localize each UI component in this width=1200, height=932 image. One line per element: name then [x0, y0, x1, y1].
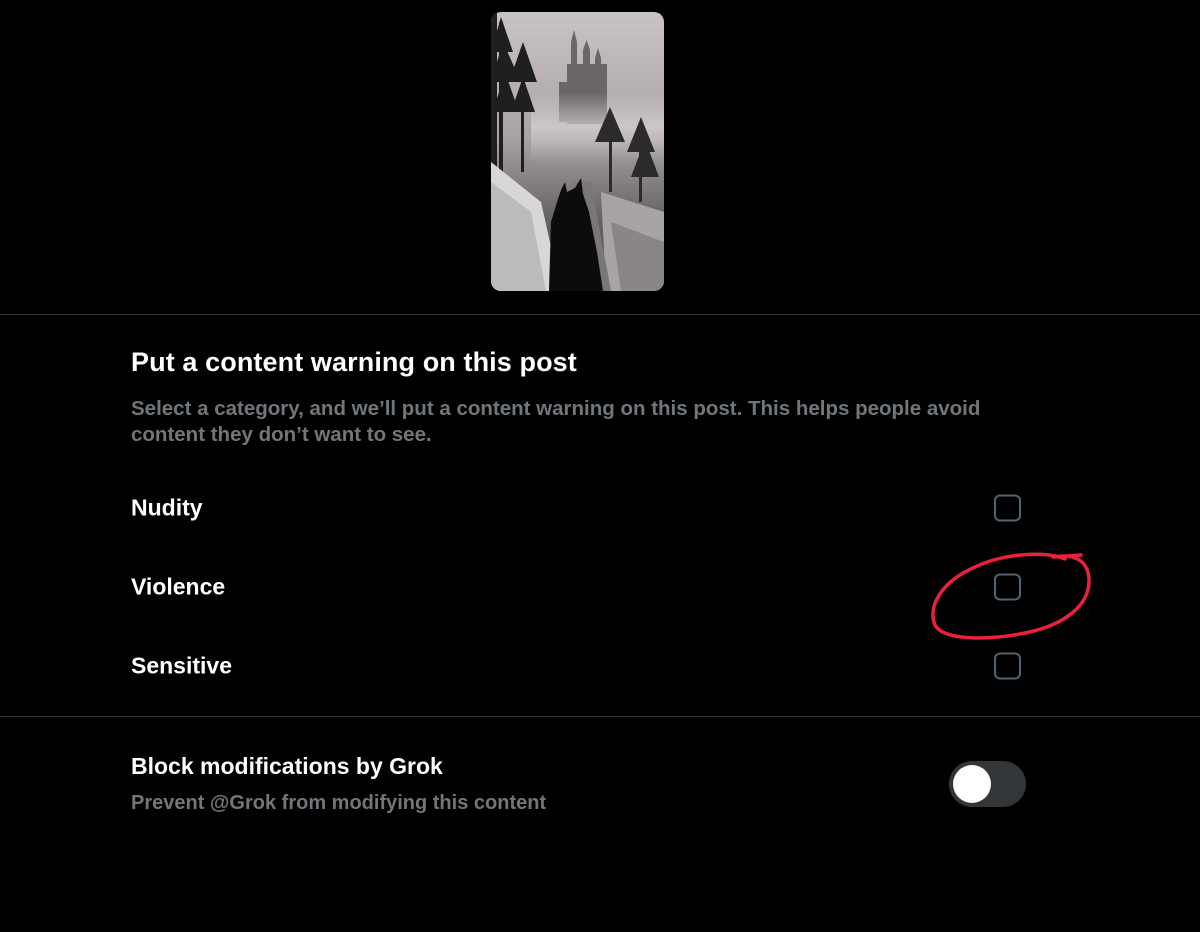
option-label: Sensitive — [131, 652, 232, 679]
grok-block-title: Block modifications by Grok — [131, 753, 443, 779]
content-warning-title: Put a content warning on this post — [131, 347, 577, 377]
toggle-knob — [953, 765, 991, 803]
content-warning-description: Select a category, and we’ll put a conte… — [131, 397, 981, 446]
option-sensitive[interactable]: Sensitive — [0, 636, 1200, 696]
option-nudity[interactable]: Nudity — [0, 478, 1200, 538]
grok-block-subtitle: Prevent @Grok from modifying this conten… — [131, 792, 547, 814]
violence-checkbox[interactable] — [994, 573, 1021, 601]
option-label: Nudity — [131, 494, 203, 521]
option-violence[interactable]: Violence — [0, 557, 1200, 617]
media-thumbnail[interactable] — [491, 12, 664, 291]
nudity-checkbox[interactable] — [994, 494, 1021, 522]
option-label: Violence — [131, 573, 226, 600]
divider — [0, 716, 1200, 717]
divider — [0, 314, 1200, 315]
content-warning-screen: Put a content warning on this post Selec… — [0, 0, 1200, 932]
media-image — [491, 12, 664, 291]
sensitive-checkbox[interactable] — [994, 652, 1021, 680]
grok-block-toggle[interactable] — [949, 761, 1026, 807]
